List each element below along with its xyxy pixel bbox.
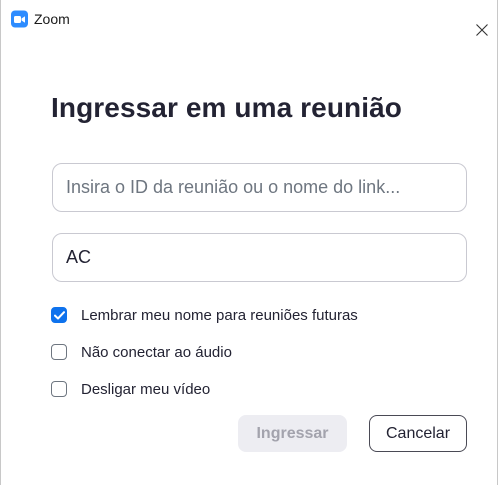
page-title: Ingressar em uma reunião xyxy=(51,92,402,123)
no-audio-option[interactable]: Não conectar ao áudio xyxy=(51,342,232,362)
join-button[interactable]: Ingressar xyxy=(238,415,347,452)
video-off-option[interactable]: Desligar meu vídeo xyxy=(51,379,210,399)
video-off-label: Desligar meu vídeo xyxy=(81,380,211,398)
remember-name-label: Lembrar meu nome para reuniões futuras xyxy=(81,306,358,324)
join-meeting-window: Zoom Ingressar em uma reunião Lembrar me… xyxy=(0,0,498,485)
meeting-id-input[interactable] xyxy=(52,163,467,212)
remember-name-option[interactable]: Lembrar meu nome para reuniões futuras xyxy=(51,305,358,325)
checkmark-icon xyxy=(53,310,65,319)
no-audio-label: Não conectar ao áudio xyxy=(81,343,232,361)
display-name-input[interactable] xyxy=(52,233,467,282)
video-off-checkbox[interactable] xyxy=(51,381,67,397)
window-title: Zoom xyxy=(34,11,70,27)
title-bar: Zoom xyxy=(1,0,497,36)
close-icon[interactable] xyxy=(467,16,497,44)
cancel-button[interactable]: Cancelar xyxy=(369,415,467,452)
remember-name-checkbox[interactable] xyxy=(51,307,67,323)
zoom-camera-icon xyxy=(11,10,28,28)
no-audio-checkbox[interactable] xyxy=(51,344,67,360)
